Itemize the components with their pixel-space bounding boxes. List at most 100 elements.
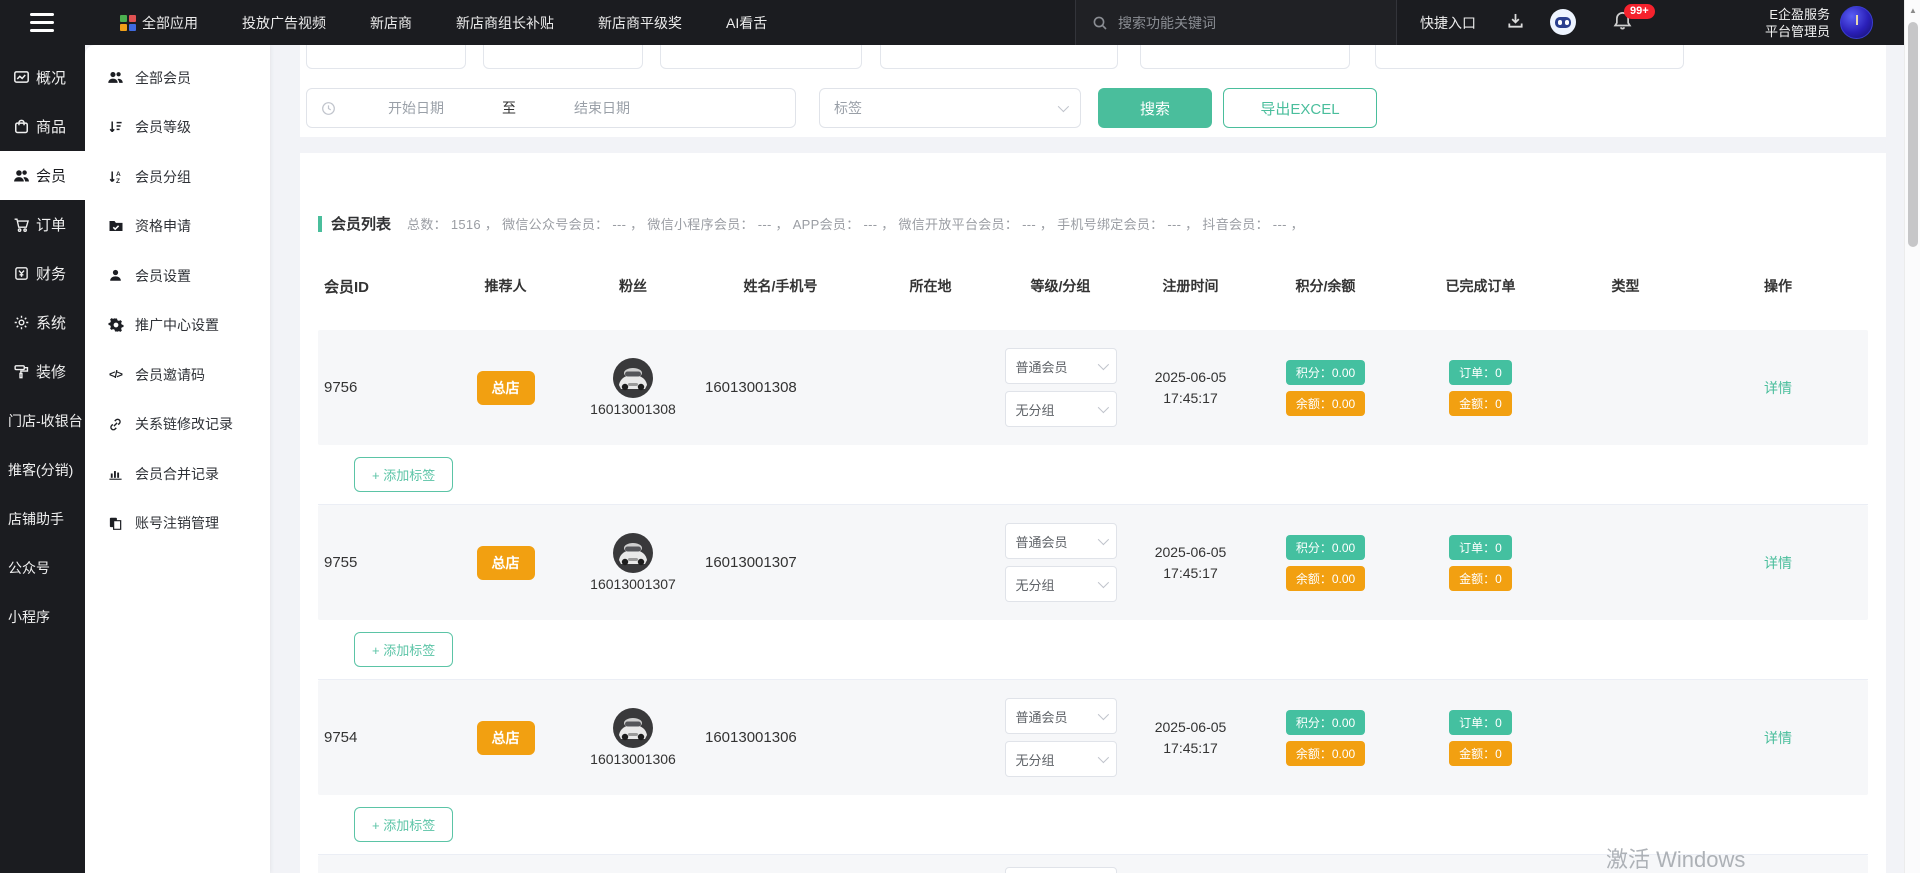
filter-input-partial[interactable] — [880, 45, 1118, 69]
filter-input-partial[interactable] — [483, 45, 643, 69]
member-avatar[interactable] — [613, 533, 653, 573]
search-button[interactable]: 搜索 — [1098, 88, 1212, 128]
sidebar-item-shop-assistant[interactable]: 店铺助手 — [0, 494, 85, 543]
amount-badge: 金额：0 — [1449, 741, 1512, 766]
add-tag-button[interactable]: + 添加标签 — [354, 457, 453, 492]
svg-text:Z: Z — [116, 178, 120, 185]
sidebar-item-goods[interactable]: 商品 — [0, 102, 85, 151]
search-input[interactable] — [1116, 14, 1346, 32]
screen: 全部应用 投放广告视频 新店商 新店商组长补贴 新店商平级奖 AI看舌 快捷入口… — [0, 0, 1920, 873]
detail-link[interactable]: 详情 — [1764, 380, 1792, 396]
nav-all-apps[interactable]: 全部应用 — [120, 13, 198, 33]
filter-input-partial[interactable] — [1140, 45, 1350, 69]
nav-ai-tongue[interactable]: AI看舌 — [726, 13, 767, 33]
tag-select[interactable]: 标签 — [819, 88, 1081, 128]
orders-badge: 订单：0 — [1449, 535, 1512, 560]
sidebar-item-members[interactable]: 会员 — [0, 151, 85, 200]
referrer-badge[interactable]: 总店 — [477, 721, 535, 755]
member-settings-user-icon — [107, 268, 124, 283]
submenu-qualification[interactable]: 资格申请 — [85, 202, 270, 252]
col-location: 所在地 — [868, 276, 993, 296]
merge-record-chart-icon — [107, 466, 124, 481]
date-range-picker[interactable]: 开始日期 至 结束日期 — [306, 88, 796, 128]
submenu-member-group[interactable]: AZ 会员分组 — [85, 152, 270, 202]
sidebar-item-finance[interactable]: 财务 — [0, 249, 85, 298]
topbar-search[interactable] — [1075, 0, 1397, 45]
balance-badge: 余额：0.00 — [1286, 391, 1365, 416]
add-tag-button[interactable]: + 添加标签 — [354, 807, 453, 842]
member-row-partial — [318, 855, 1868, 873]
col-actions: 操作 — [1688, 276, 1868, 296]
export-excel-button[interactable]: 导出EXCEL — [1223, 88, 1377, 128]
sidebar-item-system[interactable]: 系统 — [0, 298, 85, 347]
service-robot-icon[interactable] — [1550, 9, 1576, 35]
table-header: 会员ID 推荐人 粉丝 姓名/手机号 所在地 等级/分组 注册时间 积分/余额 … — [318, 266, 1868, 306]
level-select[interactable]: 普通会员 — [1005, 348, 1117, 384]
start-date-placeholder: 开始日期 — [388, 98, 444, 118]
chevron-down-icon — [1097, 402, 1108, 413]
hamburger-menu-icon[interactable] — [30, 13, 54, 32]
sidebar-item-decorate[interactable]: 装修 — [0, 347, 85, 396]
add-tag-button[interactable]: + 添加标签 — [354, 632, 453, 667]
member-row: 9756 总店 16013001308 16013001308 普通会员 无分组… — [318, 330, 1868, 505]
scrollbar-up-arrow[interactable]: ▲ — [1905, 6, 1920, 15]
submenu-member-level[interactable]: 会员等级 — [85, 103, 270, 153]
group-select[interactable]: 无分组 — [1005, 391, 1117, 427]
level-select[interactable] — [1005, 867, 1117, 873]
detail-link[interactable]: 详情 — [1764, 730, 1792, 746]
balance-badge: 余额：0.00 — [1286, 741, 1365, 766]
notifications-bell-icon[interactable]: 99+ — [1612, 10, 1633, 36]
group-select[interactable]: 无分组 — [1005, 566, 1117, 602]
nav-new-shop[interactable]: 新店商 — [370, 13, 412, 33]
level-select[interactable]: 普通会员 — [1005, 698, 1117, 734]
primary-sidebar: 概况 商品 会员 订单 财务 系统 装修 门店-收银台 推客(分销) 店铺助手 … — [0, 45, 85, 873]
submenu-promotion-settings[interactable]: 推广中心设置 — [85, 301, 270, 351]
level-select[interactable]: 普通会员 — [1005, 523, 1117, 559]
chevron-down-icon — [1097, 752, 1108, 763]
svg-text:A: A — [116, 171, 121, 178]
submenu-invite-code[interactable]: </> 会员邀请码 — [85, 350, 270, 400]
nav-ad-video[interactable]: 投放广告视频 — [242, 13, 326, 33]
sidebar-item-store-cashier[interactable]: 门店-收银台 — [0, 396, 85, 445]
sidebar-item-overview[interactable]: 概况 — [0, 53, 85, 102]
download-icon[interactable] — [1506, 11, 1525, 35]
submenu-member-settings[interactable]: 会员设置 — [85, 251, 270, 301]
page-scrollbar[interactable]: ▲ — [1904, 0, 1920, 873]
referrer-badge[interactable]: 总店 — [477, 371, 535, 405]
orders-cart-icon — [13, 216, 30, 233]
submenu-merge-record[interactable]: 会员合并记录 — [85, 449, 270, 499]
col-name-phone: 姓名/手机号 — [693, 276, 868, 296]
submenu-all-members[interactable]: 全部会员 — [85, 53, 270, 103]
submenu-account-cancellation[interactable]: 账号注销管理 — [85, 499, 270, 549]
member-avatar[interactable] — [613, 708, 653, 748]
quick-entry-link[interactable]: 快捷入口 — [1420, 13, 1476, 33]
main-content: 开始日期 至 结束日期 标签 搜索 导出EXCEL 会员列表 总数： 1516 … — [270, 45, 1904, 873]
group-select[interactable]: 无分组 — [1005, 741, 1117, 777]
scrollbar-thumb[interactable] — [1908, 22, 1918, 247]
top-nav: 全部应用 投放广告视频 新店商 新店商组长补贴 新店商平级奖 AI看舌 — [120, 0, 767, 45]
sidebar-item-distribution[interactable]: 推客(分销) — [0, 445, 85, 494]
sidebar-item-orders[interactable]: 订单 — [0, 200, 85, 249]
member-avatar[interactable] — [613, 358, 653, 398]
register-time: 2025-06-05 17:45:17 — [1128, 367, 1253, 409]
filter-input-partial[interactable] — [1375, 45, 1684, 69]
sidebar-item-mini-program[interactable]: 小程序 — [0, 592, 85, 641]
detail-link[interactable]: 详情 — [1764, 555, 1792, 571]
col-reg-time: 注册时间 — [1128, 276, 1253, 296]
filter-input-partial[interactable] — [660, 45, 862, 69]
amount-badge: 金额：0 — [1449, 566, 1512, 591]
amount-badge: 金额：0 — [1449, 391, 1512, 416]
col-member-id: 会员ID — [318, 276, 438, 297]
referrer-badge[interactable]: 总店 — [477, 546, 535, 580]
nav-peer-award[interactable]: 新店商平级奖 — [598, 13, 682, 33]
points-badge: 积分：0.00 — [1286, 360, 1365, 385]
nav-label: 全部应用 — [142, 13, 198, 33]
fans-number: 16013001308 — [590, 401, 676, 417]
filter-input-partial[interactable] — [306, 45, 466, 69]
goods-bag-icon — [13, 118, 30, 135]
end-date-placeholder: 结束日期 — [574, 98, 630, 118]
nav-leader-subsidy[interactable]: 新店商组长补贴 — [456, 13, 554, 33]
user-account[interactable]: E企盈服务 平台管理员 — [1700, 0, 1873, 45]
sidebar-item-official-account[interactable]: 公众号 — [0, 543, 85, 592]
submenu-relation-log[interactable]: 关系链修改记录 — [85, 400, 270, 450]
